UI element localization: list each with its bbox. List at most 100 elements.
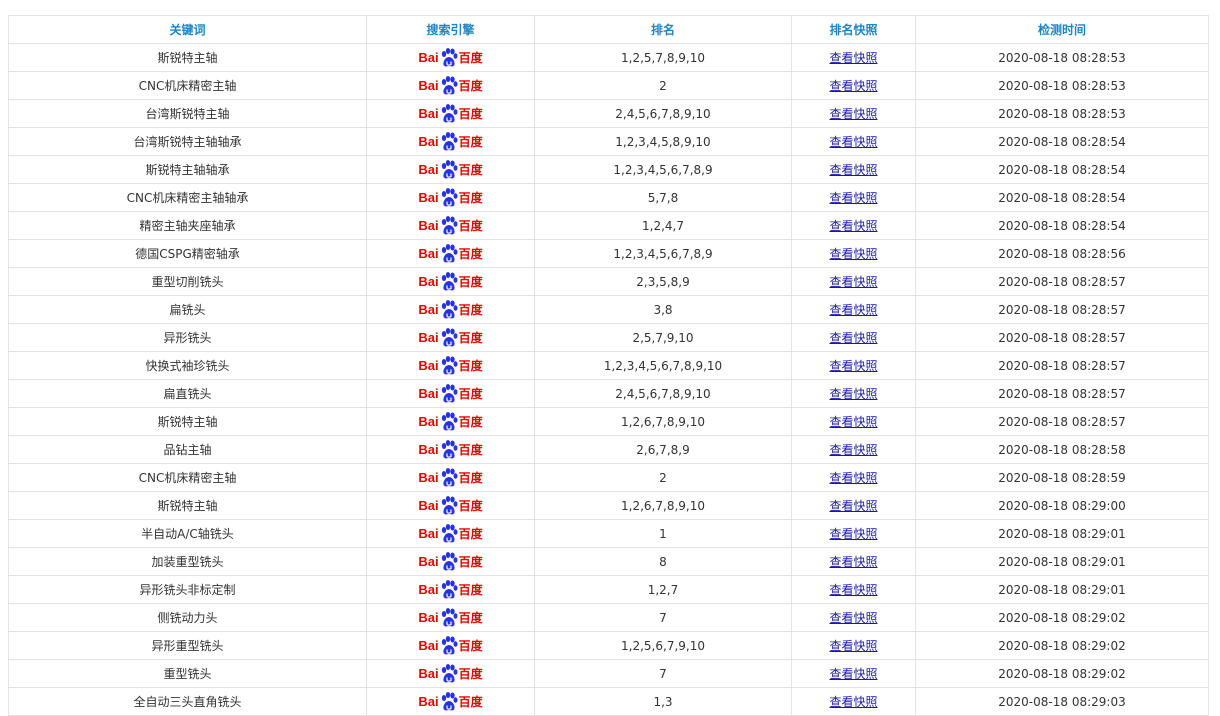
baidu-logo: Bai 百度 bbox=[418, 635, 483, 657]
baidu-paw-icon bbox=[441, 327, 458, 346]
engine-cell: Bai 百度 bbox=[366, 239, 535, 268]
keyword-cell: 异形铣头非标定制 bbox=[8, 575, 367, 604]
view-snapshot-link[interactable]: 查看快照 bbox=[829, 331, 877, 345]
engine-cell: Bai 百度 bbox=[366, 491, 535, 520]
engine-cell: Bai 百度 bbox=[366, 463, 535, 492]
table-row: 斯锐特主轴 Bai 百度 1,2,5,7,8,9,10 查看快照 2020-08… bbox=[8, 43, 1209, 72]
view-snapshot-link[interactable]: 查看快照 bbox=[829, 583, 877, 597]
baidu-logo: Bai 百度 bbox=[418, 327, 483, 349]
baidu-logo: Bai 百度 bbox=[418, 103, 483, 125]
view-snapshot-link[interactable]: 查看快照 bbox=[829, 527, 877, 541]
keyword-cell: 快换式袖珍铣头 bbox=[8, 351, 367, 380]
baidu-logo: Bai 百度 bbox=[418, 579, 483, 601]
column-header-rank: 排名 bbox=[534, 15, 792, 44]
snapshot-cell: 查看快照 bbox=[791, 491, 916, 520]
view-snapshot-link[interactable]: 查看快照 bbox=[829, 163, 877, 177]
view-snapshot-link[interactable]: 查看快照 bbox=[829, 443, 877, 457]
view-snapshot-link[interactable]: 查看快照 bbox=[829, 667, 877, 681]
baidu-paw-icon bbox=[441, 47, 458, 66]
baidu-logo: Bai 百度 bbox=[418, 355, 483, 377]
baidu-logo-text-right: 百度 bbox=[458, 50, 483, 65]
baidu-logo-text-right: 百度 bbox=[458, 526, 483, 541]
rank-cell: 1,2,5,7,8,9,10 bbox=[534, 43, 792, 72]
view-snapshot-link[interactable]: 查看快照 bbox=[829, 499, 877, 513]
engine-cell: Bai 百度 bbox=[366, 687, 535, 716]
engine-cell: Bai 百度 bbox=[366, 99, 535, 128]
view-snapshot-link[interactable]: 查看快照 bbox=[829, 415, 877, 429]
view-snapshot-link[interactable]: 查看快照 bbox=[829, 303, 877, 317]
baidu-logo-text-left: Bai bbox=[418, 694, 439, 709]
snapshot-cell: 查看快照 bbox=[791, 351, 916, 380]
baidu-paw-icon bbox=[441, 691, 458, 710]
view-snapshot-link[interactable]: 查看快照 bbox=[829, 471, 877, 485]
table-body: 斯锐特主轴 Bai 百度 1,2,5,7,8,9,10 查看快照 2020-08… bbox=[8, 43, 1209, 716]
view-snapshot-link[interactable]: 查看快照 bbox=[829, 219, 877, 233]
snapshot-cell: 查看快照 bbox=[791, 603, 916, 632]
snapshot-cell: 查看快照 bbox=[791, 323, 916, 352]
engine-cell: Bai 百度 bbox=[366, 659, 535, 688]
engine-cell: Bai 百度 bbox=[366, 435, 535, 464]
snapshot-cell: 查看快照 bbox=[791, 183, 916, 212]
baidu-logo-text-left: Bai bbox=[418, 554, 439, 569]
table-row: 扁铣头 Bai 百度 3,8 查看快照 2020-08-18 08:28:57 bbox=[8, 295, 1209, 324]
baidu-logo: Bai 百度 bbox=[418, 271, 483, 293]
rank-table: 关键词 搜索引擎 排名 排名快照 检测时间 斯锐特主轴 Bai 百度 1,2,5… bbox=[8, 15, 1209, 716]
view-snapshot-link[interactable]: 查看快照 bbox=[829, 135, 877, 149]
baidu-logo: Bai 百度 bbox=[418, 691, 483, 713]
time-cell: 2020-08-18 08:28:59 bbox=[915, 463, 1209, 492]
baidu-logo: Bai 百度 bbox=[418, 411, 483, 433]
baidu-logo-text-right: 百度 bbox=[458, 666, 483, 681]
rank-cell: 2,4,5,6,7,8,9,10 bbox=[534, 99, 792, 128]
keyword-cell: 斯锐特主轴 bbox=[8, 491, 367, 520]
view-snapshot-link[interactable]: 查看快照 bbox=[829, 51, 877, 65]
baidu-logo-text-right: 百度 bbox=[458, 218, 483, 233]
rank-cell: 1,3 bbox=[534, 687, 792, 716]
baidu-paw-icon bbox=[441, 243, 458, 262]
baidu-logo-text-right: 百度 bbox=[458, 190, 483, 205]
baidu-logo-text-left: Bai bbox=[418, 442, 439, 457]
time-cell: 2020-08-18 08:29:01 bbox=[915, 519, 1209, 548]
baidu-paw-icon bbox=[441, 439, 458, 458]
baidu-logo-text-right: 百度 bbox=[458, 330, 483, 345]
baidu-logo-text-left: Bai bbox=[418, 610, 439, 625]
keyword-cell: 侧铣动力头 bbox=[8, 603, 367, 632]
view-snapshot-link[interactable]: 查看快照 bbox=[829, 79, 877, 93]
view-snapshot-link[interactable]: 查看快照 bbox=[829, 639, 877, 653]
keyword-cell: CNC机床精密主轴 bbox=[8, 463, 367, 492]
snapshot-cell: 查看快照 bbox=[791, 267, 916, 296]
table-row: CNC机床精密主轴轴承 Bai 百度 5,7,8 查看快照 2020-08-18… bbox=[8, 183, 1209, 212]
baidu-logo: Bai 百度 bbox=[418, 607, 483, 629]
view-snapshot-link[interactable]: 查看快照 bbox=[829, 611, 877, 625]
view-snapshot-link[interactable]: 查看快照 bbox=[829, 107, 877, 121]
engine-cell: Bai 百度 bbox=[366, 631, 535, 660]
view-snapshot-link[interactable]: 查看快照 bbox=[829, 275, 877, 289]
view-snapshot-link[interactable]: 查看快照 bbox=[829, 191, 877, 205]
view-snapshot-link[interactable]: 查看快照 bbox=[829, 387, 877, 401]
baidu-paw-icon bbox=[441, 523, 458, 542]
snapshot-cell: 查看快照 bbox=[791, 239, 916, 268]
time-cell: 2020-08-18 08:28:57 bbox=[915, 351, 1209, 380]
baidu-paw-icon bbox=[441, 103, 458, 122]
keyword-cell: 异形重型铣头 bbox=[8, 631, 367, 660]
snapshot-cell: 查看快照 bbox=[791, 71, 916, 100]
keyword-cell: 加装重型铣头 bbox=[8, 547, 367, 576]
view-snapshot-link[interactable]: 查看快照 bbox=[829, 695, 877, 709]
baidu-logo-text-right: 百度 bbox=[458, 358, 483, 373]
view-snapshot-link[interactable]: 查看快照 bbox=[829, 555, 877, 569]
time-cell: 2020-08-18 08:28:57 bbox=[915, 323, 1209, 352]
column-header-keyword: 关键词 bbox=[8, 15, 367, 44]
table-row: 斯锐特主轴 Bai 百度 1,2,6,7,8,9,10 查看快照 2020-08… bbox=[8, 407, 1209, 436]
rank-cell: 5,7,8 bbox=[534, 183, 792, 212]
view-snapshot-link[interactable]: 查看快照 bbox=[829, 247, 877, 261]
snapshot-cell: 查看快照 bbox=[791, 155, 916, 184]
engine-cell: Bai 百度 bbox=[366, 519, 535, 548]
table-row: 半自动A/C轴铣头 Bai 百度 1 查看快照 2020-08-18 08:29… bbox=[8, 519, 1209, 548]
time-cell: 2020-08-18 08:28:54 bbox=[915, 183, 1209, 212]
engine-cell: Bai 百度 bbox=[366, 603, 535, 632]
table-row: 斯锐特主轴 Bai 百度 1,2,6,7,8,9,10 查看快照 2020-08… bbox=[8, 491, 1209, 520]
baidu-logo-text-right: 百度 bbox=[458, 246, 483, 261]
baidu-logo-text-left: Bai bbox=[418, 498, 439, 513]
view-snapshot-link[interactable]: 查看快照 bbox=[829, 359, 877, 373]
keyword-cell: 台湾斯锐特主轴 bbox=[8, 99, 367, 128]
keyword-cell: 扁直铣头 bbox=[8, 379, 367, 408]
